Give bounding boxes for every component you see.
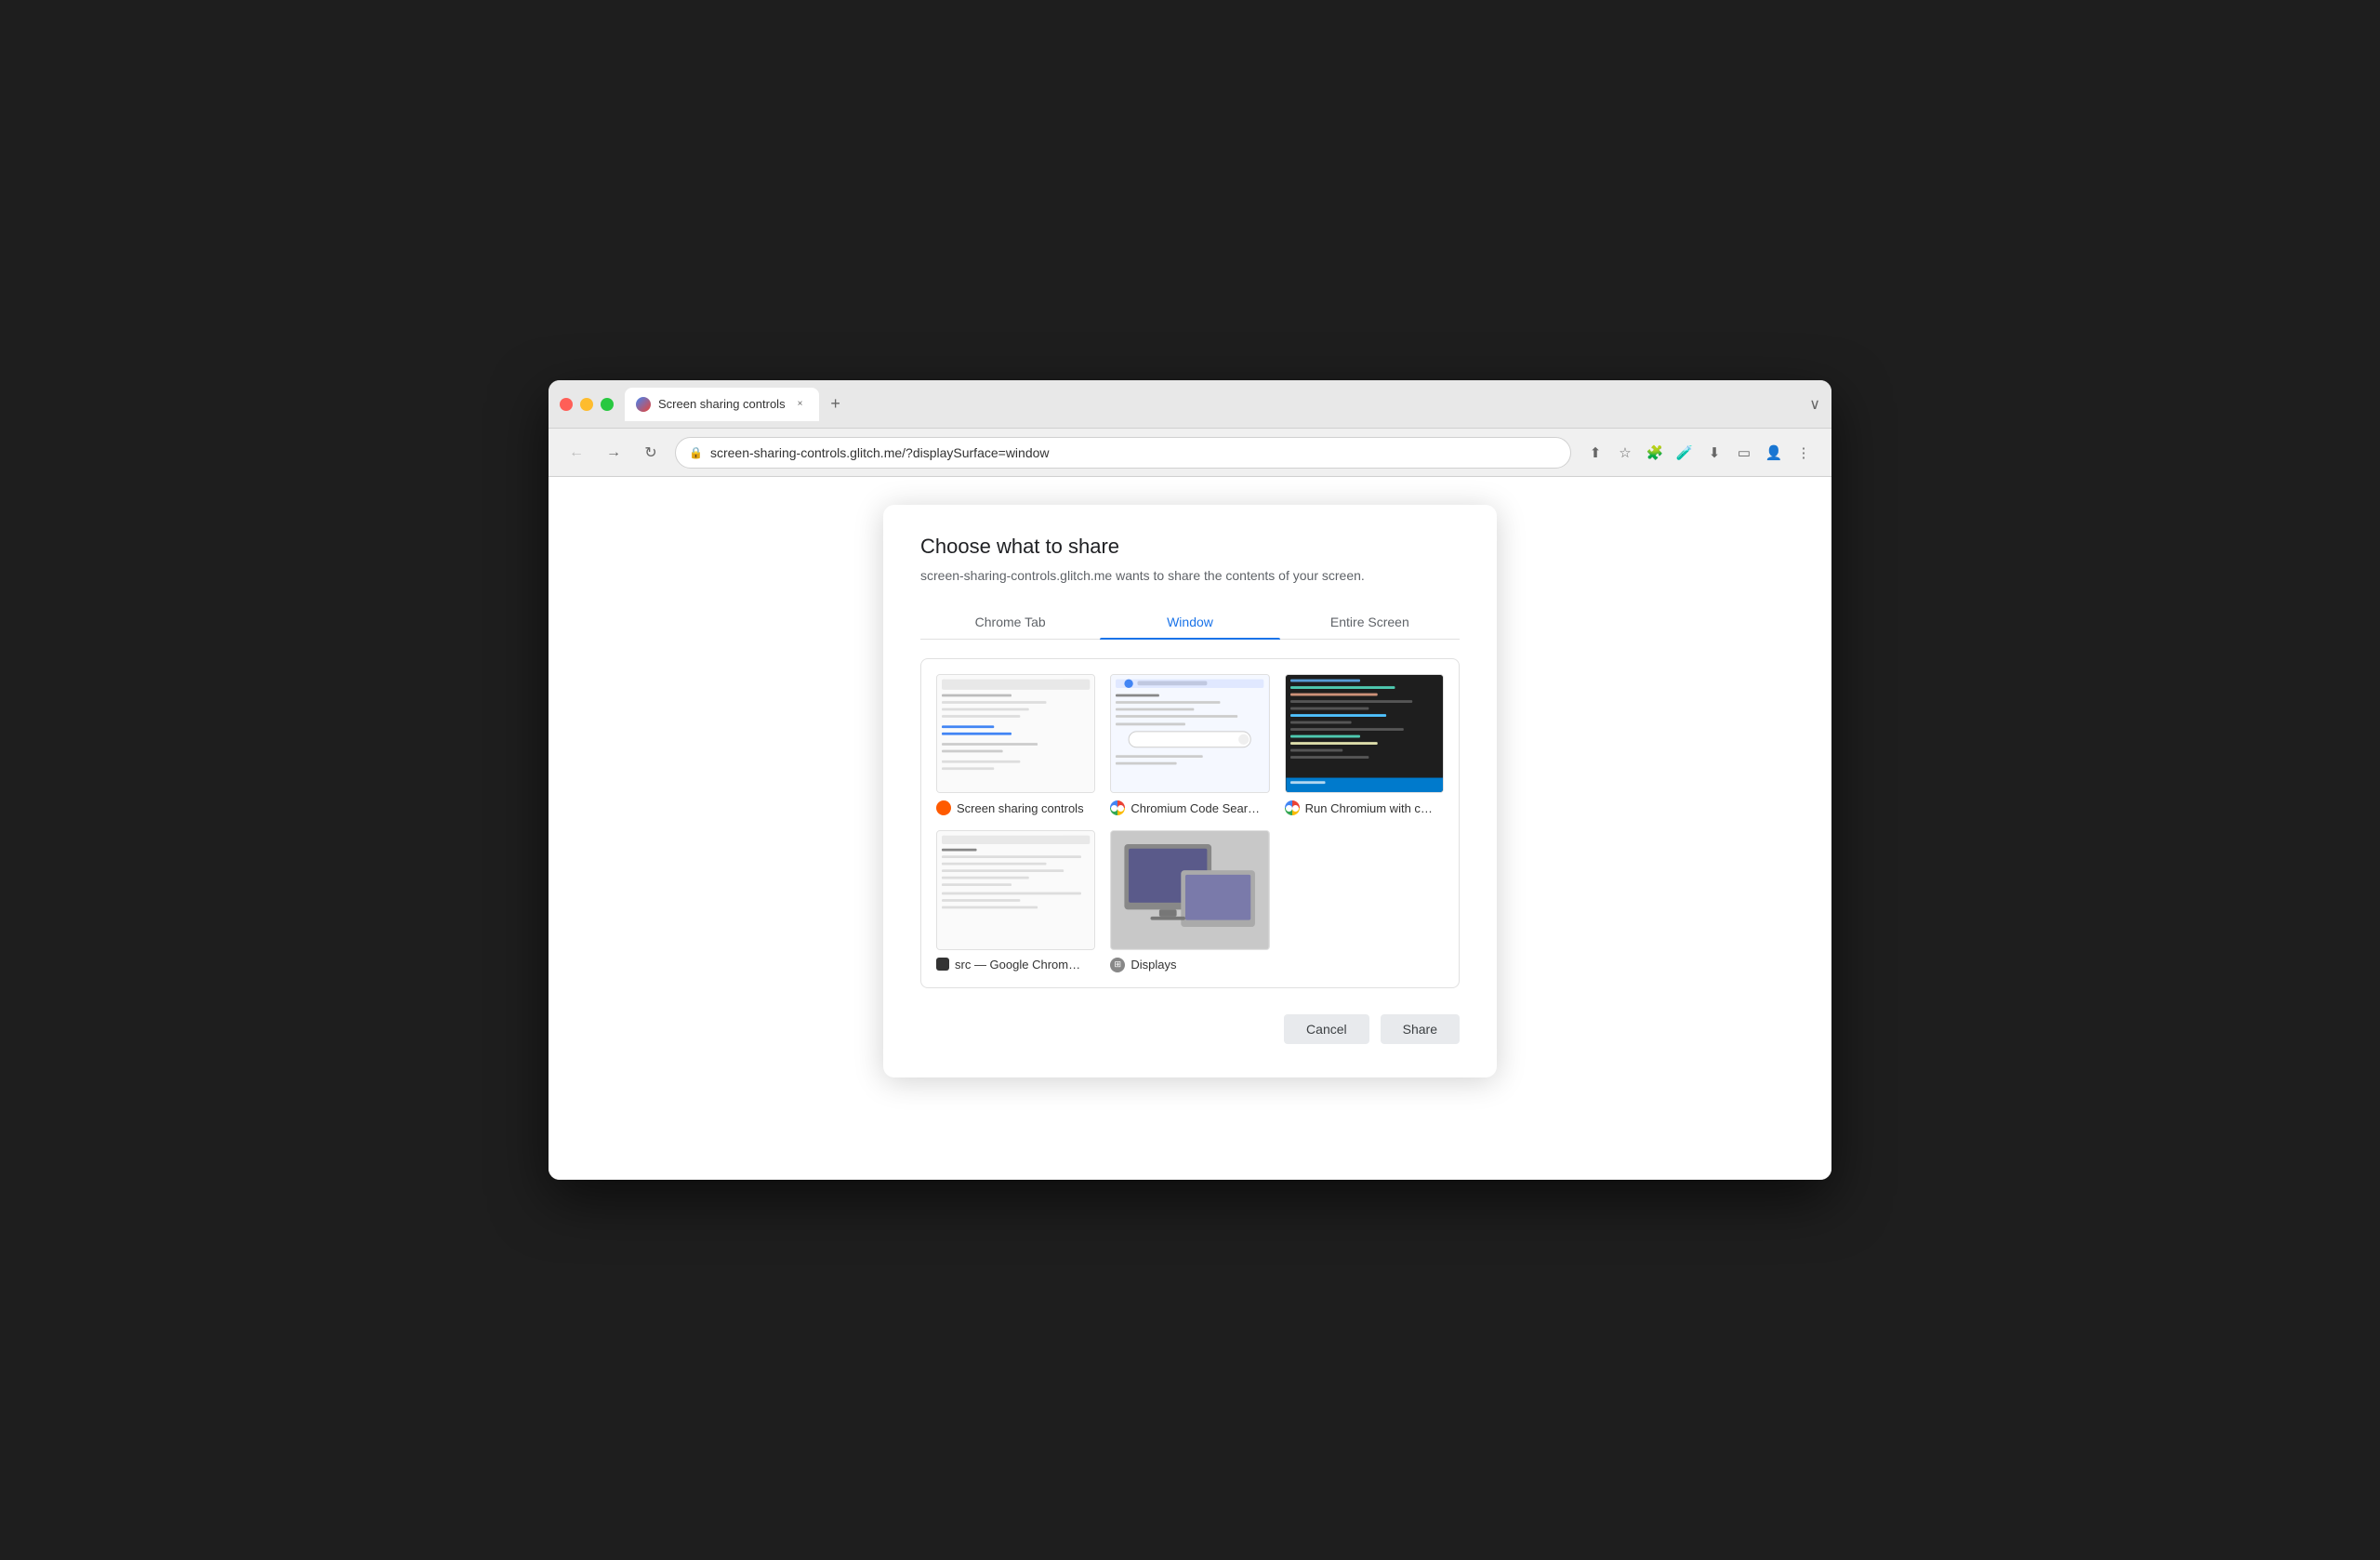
share-tabs: Chrome Tab Window Entire Screen xyxy=(920,605,1460,640)
tab-entire-screen[interactable]: Entire Screen xyxy=(1280,605,1460,639)
dialog-footer: Cancel Share xyxy=(920,988,1460,1044)
window-name-2: Chromium Code Searc... xyxy=(1130,801,1261,815)
tab-close-button[interactable]: × xyxy=(793,397,808,412)
tab-bar: Screen sharing controls × + xyxy=(625,388,1809,421)
window-controls-right: ∨ xyxy=(1809,395,1820,414)
dialog-subtitle: screen-sharing-controls.glitch.me wants … xyxy=(920,568,1460,583)
glitch-icon-1 xyxy=(936,800,951,815)
window-thumb-5 xyxy=(1110,830,1269,949)
tab-title: Screen sharing controls xyxy=(658,397,786,411)
window-label-3: Run Chromium with co... xyxy=(1285,800,1444,815)
refresh-button[interactable]: ↻ xyxy=(638,440,664,466)
window-name-4: src — Google Chrome... xyxy=(955,958,1085,972)
lab-icon[interactable]: 🧪 xyxy=(1672,440,1698,466)
share-icon[interactable]: ⬆ xyxy=(1582,440,1608,466)
window-name-3: Run Chromium with co... xyxy=(1305,801,1435,815)
window-name-5: Displays xyxy=(1130,958,1176,972)
window-thumb-3 xyxy=(1285,674,1444,793)
window-item-code-search[interactable]: Chromium Code Searc... xyxy=(1110,674,1269,815)
tab-window[interactable]: Window xyxy=(1100,605,1279,639)
window-label-1: Screen sharing controls xyxy=(936,800,1095,815)
window-label-4: src — Google Chrome... xyxy=(936,958,1095,972)
address-bar: ← → ↻ 🔒 screen-sharing-controls.glitch.m… xyxy=(549,429,1831,477)
dialog-title: Choose what to share xyxy=(920,535,1460,559)
download-icon[interactable]: ⬇ xyxy=(1701,440,1727,466)
forward-button[interactable]: → xyxy=(601,440,627,466)
lock-icon: 🔒 xyxy=(689,446,703,459)
window-label-5: ⊞ Displays xyxy=(1110,958,1269,972)
cast-icon[interactable]: ▭ xyxy=(1731,440,1757,466)
window-grid: Screen sharing controls xyxy=(920,658,1460,988)
share-dialog: Choose what to share screen-sharing-cont… xyxy=(883,505,1497,1077)
toolbar-icons: ⬆ ☆ 🧩 🧪 ⬇ ▭ 👤 ⋮ xyxy=(1582,440,1817,466)
bookmark-icon[interactable]: ☆ xyxy=(1612,440,1638,466)
active-tab[interactable]: Screen sharing controls × xyxy=(625,388,819,421)
window-item-screen-sharing[interactable]: Screen sharing controls xyxy=(936,674,1095,815)
close-button[interactable] xyxy=(560,398,573,411)
new-tab-button[interactable]: + xyxy=(823,391,849,417)
profile-icon[interactable]: 👤 xyxy=(1761,440,1787,466)
url-box[interactable]: 🔒 screen-sharing-controls.glitch.me/?dis… xyxy=(675,437,1571,469)
tab-chrome-tab[interactable]: Chrome Tab xyxy=(920,605,1100,639)
browser-window: Screen sharing controls × + ∨ ← → ↻ 🔒 sc… xyxy=(549,380,1831,1180)
chrome-icon-2 xyxy=(1110,800,1125,815)
window-item-run-chromium[interactable]: Run Chromium with co... xyxy=(1285,674,1444,815)
cancel-button[interactable]: Cancel xyxy=(1284,1014,1369,1044)
tab-favicon xyxy=(636,397,651,412)
maximize-button[interactable] xyxy=(601,398,614,411)
window-name-1: Screen sharing controls xyxy=(957,801,1084,815)
window-thumb-4 xyxy=(936,830,1095,949)
share-button[interactable]: Share xyxy=(1381,1014,1460,1044)
url-text: screen-sharing-controls.glitch.me/?displ… xyxy=(710,445,1557,460)
menu-icon[interactable]: ⋮ xyxy=(1791,440,1817,466)
traffic-lights xyxy=(560,398,614,411)
window-thumb-2 xyxy=(1110,674,1269,793)
window-thumb-1 xyxy=(936,674,1095,793)
displays-icon-5: ⊞ xyxy=(1110,958,1125,972)
back-button[interactable]: ← xyxy=(563,440,589,466)
minimize-button[interactable] xyxy=(580,398,593,411)
chrome-icon-3 xyxy=(1285,800,1300,815)
title-bar: Screen sharing controls × + ∨ xyxy=(549,380,1831,429)
window-item-displays[interactable]: ⊞ Displays xyxy=(1110,830,1269,972)
window-label-2: Chromium Code Searc... xyxy=(1110,800,1269,815)
extensions-icon[interactable]: 🧩 xyxy=(1642,440,1668,466)
window-item-src[interactable]: src — Google Chrome... xyxy=(936,830,1095,972)
page-content: Choose what to share screen-sharing-cont… xyxy=(549,477,1831,1180)
black-square-icon-4 xyxy=(936,958,949,971)
